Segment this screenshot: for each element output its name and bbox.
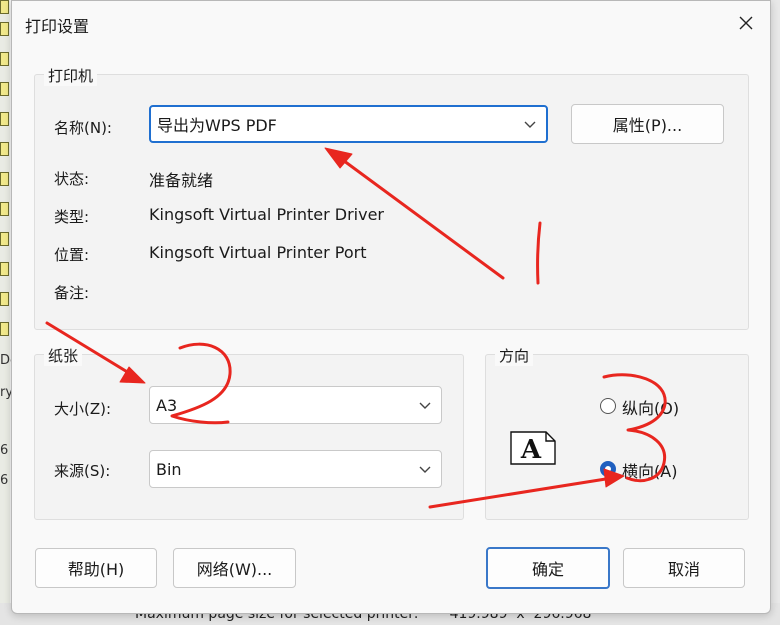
file-icon xyxy=(0,112,9,126)
paper-size-label: 大小(Z): xyxy=(54,400,112,418)
landscape-page-icon: A xyxy=(510,431,556,465)
landscape-label: 横向(A) xyxy=(622,462,678,481)
network-button[interactable]: 网络(W)... xyxy=(173,548,296,588)
printer-name-label: 名称(N): xyxy=(54,119,112,137)
portrait-radio-option[interactable]: 纵向(O) xyxy=(600,395,720,418)
paper-source-label: 来源(S): xyxy=(54,462,111,480)
portrait-radio[interactable] xyxy=(600,398,616,414)
preview-letter: A xyxy=(520,435,542,465)
file-icon xyxy=(0,172,9,186)
printer-name-select[interactable]: 导出为WPS PDF xyxy=(149,105,548,143)
background-app-strip xyxy=(0,0,10,625)
file-icon xyxy=(0,52,9,66)
properties-button[interactable]: 属性(P)... xyxy=(571,104,724,144)
help-button[interactable]: 帮助(H) xyxy=(35,548,157,588)
orientation-group-title: 方向 xyxy=(495,345,534,366)
file-icon xyxy=(0,22,9,36)
portrait-label: 纵向(O) xyxy=(622,399,680,418)
type-value: Kingsoft Virtual Printer Driver xyxy=(149,205,384,224)
file-icon xyxy=(0,82,9,96)
file-icon xyxy=(0,142,9,156)
file-icon xyxy=(0,232,9,246)
paper-group-title: 纸张 xyxy=(44,345,83,366)
chevron-down-icon xyxy=(524,121,536,128)
file-icon xyxy=(0,292,9,306)
background-text-fragment: 6 xyxy=(0,443,9,458)
cancel-button[interactable]: 取消 xyxy=(623,548,745,588)
landscape-radio[interactable] xyxy=(600,461,616,477)
chevron-down-icon xyxy=(419,402,431,409)
status-label: 状态: xyxy=(54,170,90,188)
comment-label: 备注: xyxy=(54,284,90,302)
landscape-radio-option[interactable]: 横向(A) xyxy=(600,458,720,481)
status-value: 准备就绪 xyxy=(149,171,214,190)
paper-source-select[interactable]: Bin xyxy=(149,450,442,488)
location-value: Kingsoft Virtual Printer Port xyxy=(149,243,367,262)
ok-button[interactable]: 确定 xyxy=(486,547,610,589)
paper-source-value: Bin xyxy=(156,459,182,479)
chevron-down-icon xyxy=(419,466,431,473)
file-icon xyxy=(0,202,9,216)
type-label: 类型: xyxy=(54,208,90,226)
close-icon xyxy=(739,16,753,30)
paper-size-value: A3 xyxy=(156,395,178,415)
close-button[interactable] xyxy=(732,9,760,37)
file-icon xyxy=(0,322,9,336)
location-label: 位置: xyxy=(54,246,90,264)
printer-name-value: 导出为WPS PDF xyxy=(157,116,277,135)
dialog-title: 打印设置 xyxy=(25,17,90,36)
printer-group-title: 打印机 xyxy=(44,65,98,86)
paper-size-select[interactable]: A3 xyxy=(149,386,442,424)
paper-group xyxy=(34,354,464,520)
file-icon xyxy=(0,0,9,14)
file-icon xyxy=(0,262,9,276)
print-settings-dialog: 打印设置 打印机 名称(N): 导出为WPS PDF 属性(P)... 状态: … xyxy=(11,0,771,614)
background-text-fragment: 6 xyxy=(0,473,9,488)
